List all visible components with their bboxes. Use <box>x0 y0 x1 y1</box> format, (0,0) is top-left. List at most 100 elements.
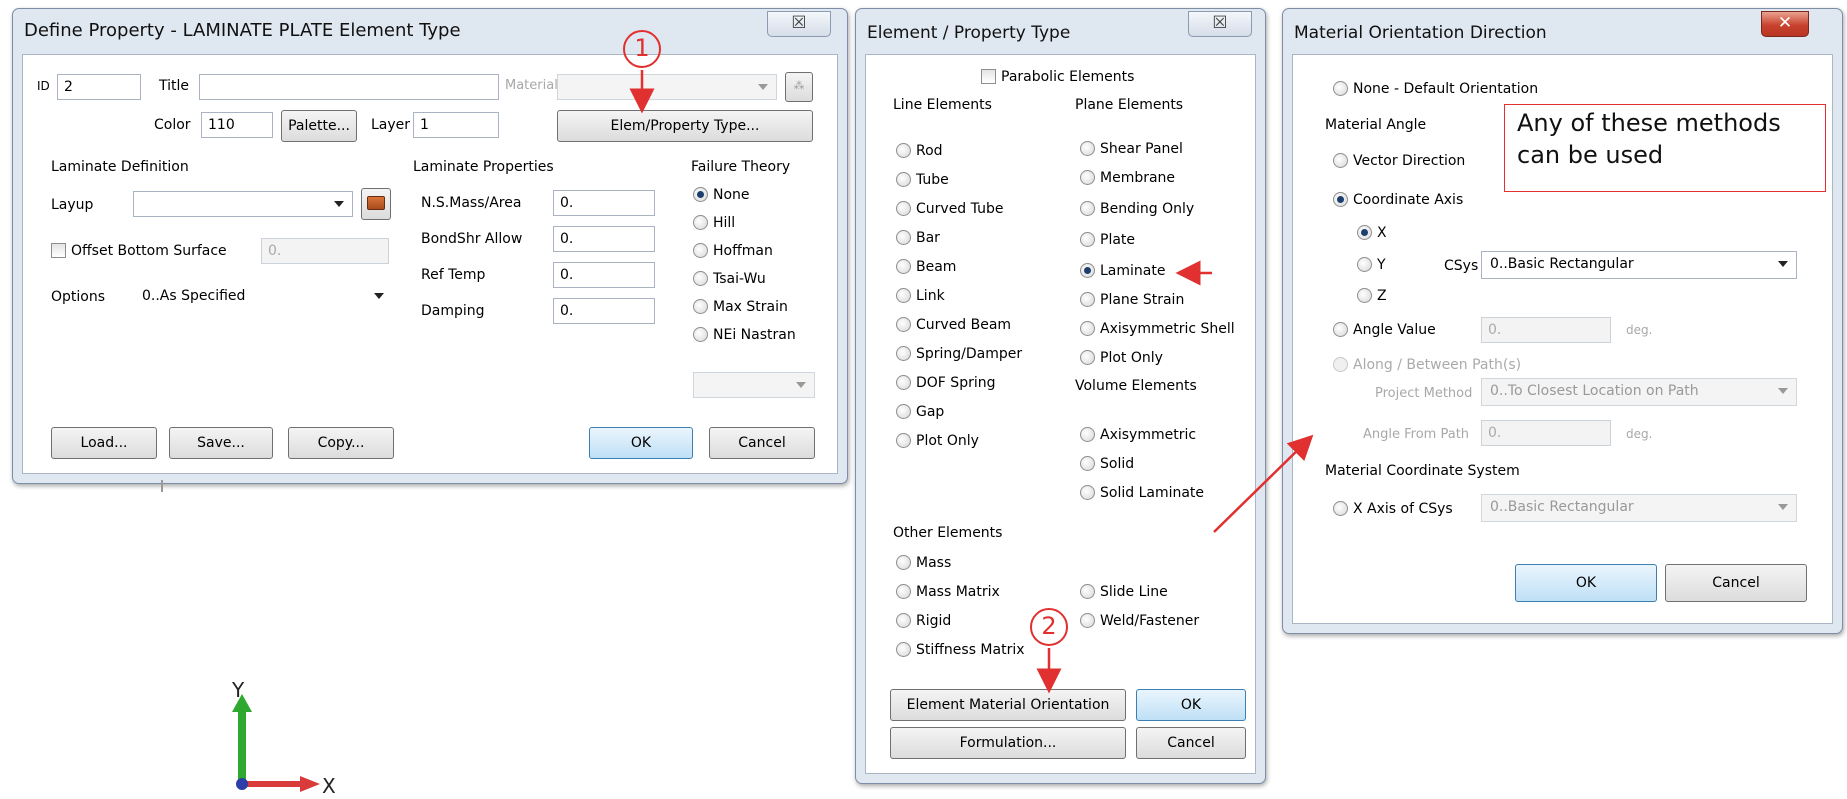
angle-from-path-field[interactable]: 0. <box>1481 420 1611 446</box>
elem-property-type-button[interactable]: Elem/Property Type... <box>557 110 813 142</box>
material-orientation-dialog: Material Orientation Direction ✕ None - … <box>1282 8 1843 634</box>
plane-radio[interactable]: Shear Panel <box>1080 141 1183 159</box>
volume-radio[interactable]: Solid Laminate <box>1080 485 1204 503</box>
prop-field[interactable]: 0. <box>553 262 655 288</box>
radio-icon <box>1080 613 1095 628</box>
layup-editor-button[interactable] <box>361 188 391 220</box>
layer-field[interactable]: 1 <box>413 112 499 138</box>
other-option-label: Weld/Fastener <box>1100 613 1200 629</box>
failure-radio-none[interactable]: None <box>693 187 750 205</box>
element-material-orientation-button[interactable]: Element Material Orientation <box>890 689 1126 721</box>
line-radio[interactable]: DOF Spring <box>896 375 995 393</box>
offset-field[interactable]: 0. <box>261 238 389 264</box>
close-button[interactable]: ☒ <box>767 11 831 37</box>
failure-radio-max-strain[interactable]: Max Strain <box>693 299 788 317</box>
id-field[interactable]: 2 <box>57 74 141 100</box>
other-radio[interactable]: Rigid <box>896 613 951 631</box>
line-radio[interactable]: Curved Tube <box>896 201 1003 219</box>
plane-radio[interactable]: Plate <box>1080 232 1135 250</box>
layup-select[interactable] <box>133 191 353 217</box>
cancel-button[interactable]: Cancel <box>709 427 815 459</box>
radio-icon <box>1080 456 1095 471</box>
ok-button[interactable]: OK <box>1515 564 1657 602</box>
title-field[interactable] <box>199 74 499 100</box>
prop-field[interactable]: 0. <box>553 298 655 324</box>
volume-radio[interactable]: Solid <box>1080 456 1134 474</box>
axis-radio-z[interactable]: Z <box>1357 288 1387 306</box>
line-radio[interactable]: Bar <box>896 230 940 248</box>
other-option-label: Slide Line <box>1100 584 1168 600</box>
plane-radio[interactable]: Plot Only <box>1080 350 1163 368</box>
plane-radio-laminate[interactable]: Laminate <box>1080 263 1165 281</box>
project-method-select[interactable]: 0..To Closest Location on Path <box>1481 378 1797 406</box>
other-radio[interactable]: Mass Matrix <box>896 584 1000 602</box>
formulation-button[interactable]: Formulation... <box>890 727 1126 759</box>
plane-radio[interactable]: Membrane <box>1080 170 1175 188</box>
dialog-client: Parabolic Elements Line Elements Plane E… <box>865 54 1256 774</box>
checkbox-box <box>981 69 996 84</box>
line-radio[interactable]: Link <box>896 288 945 306</box>
ok-button[interactable]: OK <box>1136 689 1246 721</box>
plane-radio[interactable]: Axisymmetric Shell <box>1080 321 1235 339</box>
none-default-label: None - Default Orientation <box>1353 81 1539 97</box>
cancel-button[interactable]: Cancel <box>1136 727 1246 759</box>
prop-field[interactable]: 0. <box>553 226 655 252</box>
copy-button[interactable]: Copy... <box>288 427 394 459</box>
radio-icon <box>1333 322 1348 337</box>
palette-button[interactable]: Palette... <box>281 110 357 142</box>
line-radio[interactable]: Gap <box>896 404 944 422</box>
coordinate-axis-radio[interactable]: Coordinate Axis <box>1333 192 1463 210</box>
axis-radio-x[interactable]: X <box>1357 225 1387 243</box>
cancel-button[interactable]: Cancel <box>1665 564 1807 602</box>
failure-select[interactable] <box>693 372 815 398</box>
ok-button[interactable]: OK <box>589 427 693 459</box>
chevron-down-icon <box>1778 504 1788 510</box>
other-radio[interactable]: Stiffness Matrix <box>896 642 1025 660</box>
line-radio[interactable]: Plot Only <box>896 433 979 451</box>
other-radio[interactable]: Weld/Fastener <box>1080 613 1199 631</box>
csys-select[interactable]: 0..Basic Rectangular <box>1481 251 1797 279</box>
failure-radio-hill[interactable]: Hill <box>693 215 735 233</box>
parabolic-checkbox[interactable]: Parabolic Elements <box>981 69 1134 85</box>
plane-radio[interactable]: Bending Only <box>1080 201 1194 219</box>
color-field[interactable]: 110 <box>201 112 273 138</box>
line-radio[interactable]: Spring/Damper <box>896 346 1022 364</box>
close-button[interactable]: ☒ <box>1188 11 1252 37</box>
options-select[interactable]: 0..As Specified <box>133 283 393 309</box>
angle-value-field[interactable]: 0. <box>1481 317 1611 343</box>
coordinate-triad <box>161 480 320 792</box>
failure-radio-nei-nastran[interactable]: NEi Nastran <box>693 327 796 345</box>
line-radio[interactable]: Curved Beam <box>896 317 1011 335</box>
none-default-radio[interactable]: None - Default Orientation <box>1333 81 1538 99</box>
along-between-paths-radio[interactable]: Along / Between Path(s) <box>1333 357 1521 375</box>
project-method-label: Project Method <box>1375 386 1473 401</box>
title-bar[interactable]: Material Orientation Direction ✕ <box>1283 9 1842 49</box>
line-radio[interactable]: Beam <box>896 259 956 277</box>
title-bar[interactable]: Define Property - LAMINATE PLATE Element… <box>13 9 847 49</box>
failure-radio-tsai-wu[interactable]: Tsai-Wu <box>693 271 766 289</box>
volume-radio[interactable]: Axisymmetric <box>1080 427 1196 445</box>
x-axis-of-csys-radio[interactable]: X Axis of CSys <box>1333 501 1453 519</box>
line-radio[interactable]: Tube <box>896 172 949 190</box>
close-button[interactable]: ✕ <box>1761 11 1809 37</box>
radio-icon <box>896 613 911 628</box>
failure-radio-hoffman[interactable]: Hoffman <box>693 243 773 261</box>
laminate-definition-header: Laminate Definition <box>51 159 189 175</box>
title-bar[interactable]: Element / Property Type ☒ <box>856 9 1265 49</box>
angle-value-radio[interactable]: Angle Value <box>1333 322 1436 340</box>
x-axis-csys-select[interactable]: 0..Basic Rectangular <box>1481 494 1797 522</box>
line-option-label: Rod <box>916 143 943 159</box>
vector-direction-radio[interactable]: Vector Direction <box>1333 153 1465 171</box>
prop-field[interactable]: 0. <box>553 190 655 216</box>
material-select[interactable] <box>557 74 777 100</box>
plane-radio[interactable]: Plane Strain <box>1080 292 1184 310</box>
axis-radio-y[interactable]: Y <box>1357 257 1386 275</box>
plane-option-label: Plot Only <box>1100 350 1163 366</box>
offset-bottom-checkbox[interactable]: Offset Bottom Surface <box>51 243 227 259</box>
line-radio[interactable]: Rod <box>896 143 943 161</box>
save-button[interactable]: Save... <box>169 427 273 459</box>
other-radio[interactable]: Slide Line <box>1080 584 1168 602</box>
other-radio[interactable]: Mass <box>896 555 951 573</box>
material-browse-button[interactable]: ⁂ <box>785 72 813 102</box>
load-button[interactable]: Load... <box>51 427 157 459</box>
